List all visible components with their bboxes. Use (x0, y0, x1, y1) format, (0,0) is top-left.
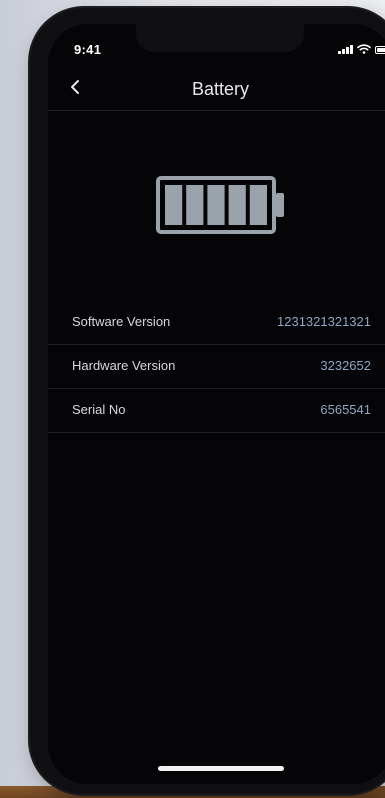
home-indicator[interactable] (158, 766, 284, 771)
status-battery-icon (374, 46, 385, 54)
status-time: 9:41 (74, 42, 102, 57)
info-row-serial-no: Serial No 6565541 (48, 388, 385, 433)
row-label: Hardware Version (72, 358, 176, 373)
info-row-software-version: Software Version 1231321321321 (48, 300, 385, 345)
status-icons (338, 44, 385, 54)
battery-level-icon (156, 176, 284, 234)
screen: 9:41 Battery Software Version 1231321321… (48, 24, 385, 784)
row-label: Serial No (72, 402, 126, 417)
row-value: 3232652 (320, 358, 371, 373)
cellular-signal-icon (338, 45, 353, 54)
battery-segment (207, 185, 225, 225)
phone-frame: 9:41 Battery Software Version 1231321321… (30, 8, 385, 794)
notch (136, 24, 304, 52)
battery-segment (186, 185, 204, 225)
row-value: 1231321321321 (277, 314, 371, 329)
row-value: 6565541 (320, 402, 371, 417)
battery-segment (228, 185, 246, 225)
nav-bar: Battery (48, 64, 385, 111)
row-label: Software Version (72, 314, 171, 329)
page-title: Battery (191, 79, 250, 99)
battery-segment (249, 185, 267, 225)
battery-segment (165, 185, 183, 225)
info-row-hardware-version: Hardware Version 3232652 (48, 344, 385, 389)
wifi-icon (356, 44, 371, 54)
